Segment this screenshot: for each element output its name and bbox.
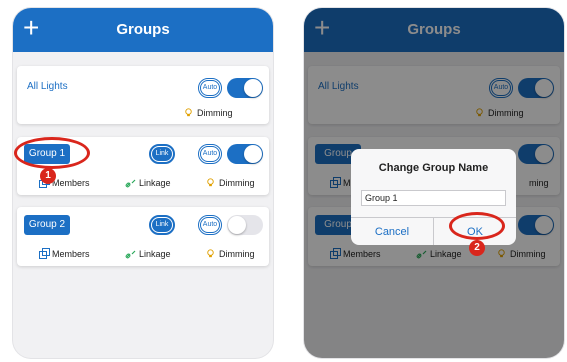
page-title: Groups [116,21,170,38]
dialog-title: Change Group Name [378,162,489,174]
all-lights-card: All Lights Auto Dimming [17,66,269,124]
all-lights-toggle[interactable] [227,78,263,98]
dimming-label[interactable]: Dimming [197,108,233,118]
link-chain-icon [125,250,136,259]
group-toggle[interactable] [227,144,263,164]
bulb-icon [207,249,214,258]
group-toggle[interactable] [227,215,263,235]
bulb-icon [185,108,192,117]
highlight-ring [14,137,90,169]
phone-screen-groups: + Groups All Lights Auto Dimming Group 1… [13,8,273,358]
header-bar: + Groups [13,8,273,52]
link-label: Link [151,217,173,233]
auto-button[interactable]: Auto [198,78,222,98]
toggle-knob [228,216,246,234]
members-icon [39,248,50,259]
auto-label: Auto [200,80,220,96]
linkage-label[interactable]: Linkage [139,178,171,188]
toggle-knob [244,145,262,163]
link-label: Link [151,146,173,162]
highlight-ring [449,212,505,240]
auto-button[interactable]: Auto [198,144,222,164]
dimming-label[interactable]: Dimming [219,178,255,188]
auto-button[interactable]: Auto [198,215,222,235]
group-card-2: Group 2 Link Auto Members Linkage Dimmin… [17,207,269,266]
auto-label: Auto [200,146,220,162]
link-chain-icon [125,179,136,188]
link-button[interactable]: Link [149,215,175,235]
bulb-icon [207,178,214,187]
cancel-button[interactable]: Cancel [351,219,433,245]
members-label[interactable]: Members [52,178,90,188]
step-badge-1: 1 [40,168,56,184]
link-button[interactable]: Link [149,144,175,164]
group-name-button[interactable]: Group 2 [24,215,70,235]
dimming-label[interactable]: Dimming [219,249,255,259]
linkage-label[interactable]: Linkage [139,249,171,259]
auto-label: Auto [200,217,220,233]
phone-screen-rename: + Groups All Lights Auto Dimming Group M… [304,8,564,358]
members-label[interactable]: Members [52,249,90,259]
toggle-knob [244,79,262,97]
group-name-input[interactable]: Group 1 [361,190,506,206]
step-badge-2: 2 [469,240,485,256]
all-lights-label: All Lights [27,81,68,92]
